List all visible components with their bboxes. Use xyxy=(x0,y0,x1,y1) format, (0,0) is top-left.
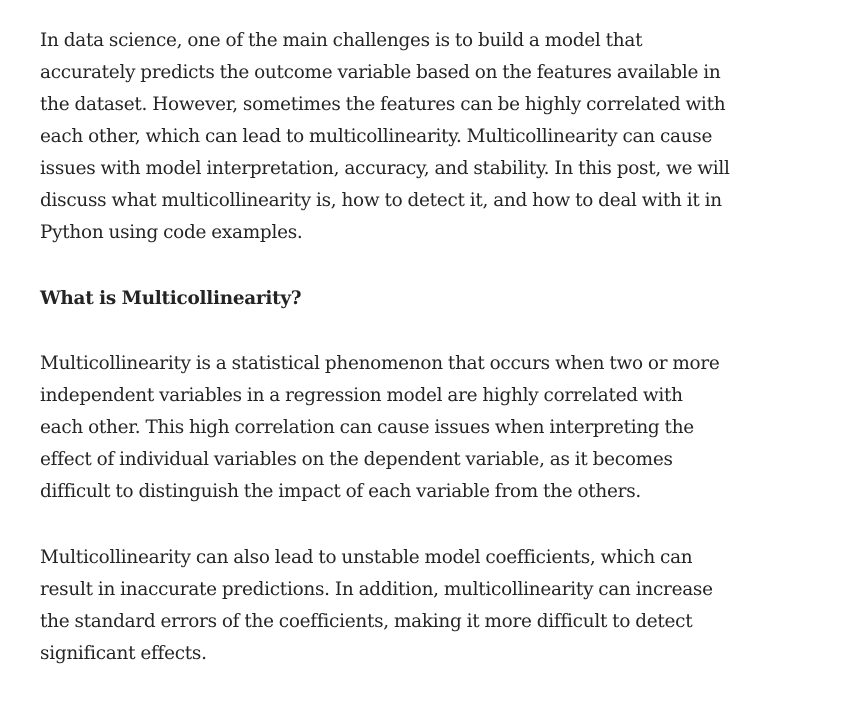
intro-paragraph: In data science, one of the main challen… xyxy=(40,30,730,243)
effects-paragraph: Multicollinearity can also lead to unsta… xyxy=(40,546,713,664)
definition-paragraph: Multicollinearity is a statistical pheno… xyxy=(40,353,720,502)
section-heading: What is Multicollinearity? xyxy=(40,287,302,309)
article-body: In data science, one of the main challen… xyxy=(40,25,730,703)
